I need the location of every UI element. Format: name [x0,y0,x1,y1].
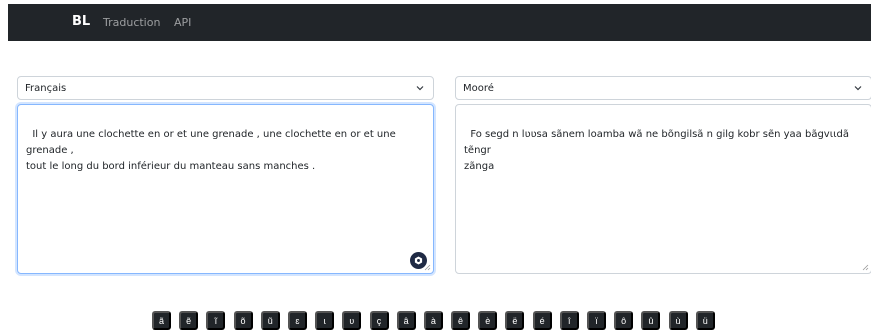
char-key[interactable]: î [559,311,579,330]
char-key[interactable]: ô [614,311,634,330]
target-text-output[interactable]: Fo segd n lʋʋsa sãnem loamba wã ne bõngi… [455,104,871,274]
nav-link-traduction[interactable]: Traduction [103,16,160,29]
char-key[interactable]: à [423,311,443,330]
char-key[interactable]: ù [668,311,688,330]
char-key[interactable]: ɛ [287,311,307,330]
char-key[interactable]: ã [152,311,171,330]
source-language-value: Français [25,83,67,94]
char-key[interactable]: ê [451,311,471,330]
source-text-input[interactable]: Il y aura une clochette en or et une gre… [17,104,434,274]
source-language-select[interactable]: Français [17,76,434,100]
char-key[interactable]: ũ [260,311,280,330]
nav-link-api[interactable]: API [174,16,191,29]
char-key[interactable]: ë [505,311,525,330]
char-key[interactable]: ẽ [179,311,199,330]
char-key[interactable]: é [532,311,552,330]
char-key[interactable]: ü [695,311,715,330]
brand-logo[interactable]: BL [72,14,90,29]
target-text-value: Fo segd n lʋʋsa sãnem loamba wã ne bõngi… [464,129,849,172]
hexagon-icon [414,256,423,265]
char-key[interactable]: õ [233,311,253,330]
top-navbar: BL Traduction API [8,4,871,41]
target-language-value: Mooré [463,83,494,94]
chevron-down-icon [416,86,424,91]
char-key[interactable]: ĩ [206,311,226,330]
char-key[interactable]: ɩ [315,311,335,330]
char-key[interactable]: è [478,311,498,330]
chevron-down-icon [854,86,862,91]
special-character-keyboard: ã ẽ ĩ õ ũ ɛ ɩ ʋ ç â à ê è ë é î ï ô û ù … [152,311,723,330]
resize-grip-icon[interactable] [862,264,869,271]
char-key[interactable]: ʋ [342,311,362,330]
char-key[interactable]: â [396,311,416,330]
char-key[interactable]: ï [587,311,606,330]
char-key[interactable]: ç [369,311,389,330]
target-language-select[interactable]: Mooré [455,76,871,100]
char-key[interactable]: û [641,311,661,330]
action-button[interactable] [410,252,427,269]
source-text-value: Il y aura une clochette en or et une gre… [26,129,396,172]
